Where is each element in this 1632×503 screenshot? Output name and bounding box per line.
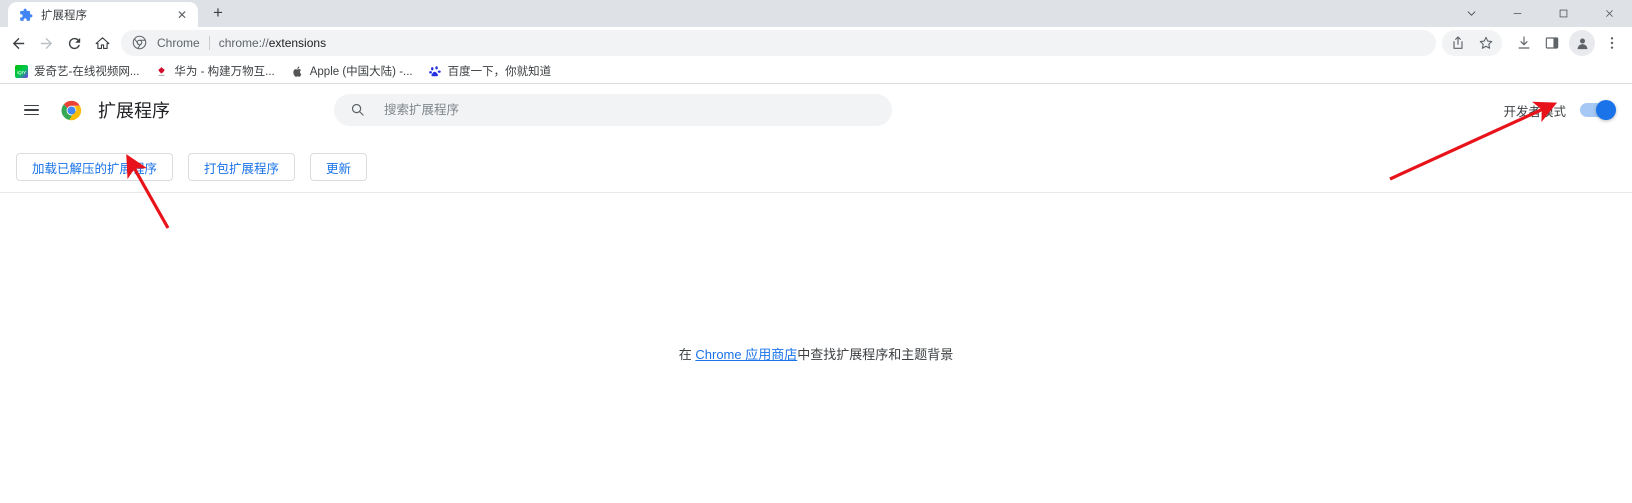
home-icon[interactable] bbox=[88, 29, 116, 57]
search-container bbox=[334, 94, 892, 126]
bookmark-label: 百度一下，你就知道 bbox=[447, 66, 552, 78]
update-button[interactable]: 更新 bbox=[310, 153, 368, 181]
developer-mode-label: 开发者模式 bbox=[1503, 104, 1566, 119]
empty-state-suffix: 中查找扩展程序和主题背景 bbox=[797, 347, 954, 362]
reload-icon[interactable] bbox=[60, 29, 88, 57]
iqiyi-icon: iQIY bbox=[15, 64, 28, 78]
window-controls bbox=[1448, 0, 1632, 27]
omnibox-divider bbox=[208, 36, 210, 50]
toolbar-right-actions bbox=[1442, 29, 1626, 57]
chrome-secure-icon bbox=[132, 35, 148, 51]
bookmark-item[interactable]: 华为 - 构建万物互... bbox=[148, 61, 281, 81]
search-input[interactable] bbox=[384, 103, 876, 117]
download-icon[interactable] bbox=[1510, 29, 1538, 57]
tab-title: 扩展程序 bbox=[41, 9, 87, 22]
extensions-header: 扩展程序 开发者模式 bbox=[0, 84, 1632, 136]
apple-icon bbox=[291, 65, 304, 78]
extension-puzzle-icon bbox=[19, 8, 33, 22]
tab-search-icon[interactable] bbox=[1448, 0, 1494, 27]
developer-mode-toggle[interactable] bbox=[1580, 100, 1616, 120]
omnibox-trailing-actions bbox=[1442, 30, 1502, 56]
browser-toolbar: Chrome chrome://extensions bbox=[0, 27, 1632, 59]
omnibox-url-path: extensions bbox=[268, 36, 327, 50]
tab-strip: 扩展程序 ✕ + bbox=[0, 0, 232, 27]
chrome-web-store-link[interactable]: Chrome 应用商店 bbox=[695, 347, 797, 362]
empty-state-message: 在 Chrome 应用商店中查找扩展程序和主题背景 bbox=[0, 344, 1632, 363]
close-icon[interactable]: ✕ bbox=[174, 7, 190, 23]
back-icon[interactable] bbox=[4, 29, 32, 57]
omnibox-chrome-label: Chrome bbox=[157, 36, 200, 50]
search-icon bbox=[350, 102, 366, 118]
section-divider bbox=[0, 192, 1632, 193]
chrome-menu-icon[interactable] bbox=[1598, 29, 1626, 57]
window-titlebar: 扩展程序 ✕ + bbox=[0, 0, 1632, 27]
omnibox-url-scheme: chrome:// bbox=[218, 36, 269, 50]
forward-icon[interactable] bbox=[32, 29, 60, 57]
developer-mode-container: 开发者模式 bbox=[1503, 100, 1616, 120]
bookmark-label: 华为 - 构建万物互... bbox=[174, 66, 275, 78]
share-icon[interactable] bbox=[1444, 29, 1472, 57]
bookmark-label: 爱奇艺-在线视频网... bbox=[34, 66, 140, 78]
bookmark-label: Apple (中国大陆) -... bbox=[309, 66, 413, 78]
bookmarks-bar: iQIY 爱奇艺-在线视频网... 华为 - 构建万物互... Apple (中… bbox=[0, 59, 1632, 84]
bookmark-star-icon[interactable] bbox=[1472, 29, 1500, 57]
bookmark-item[interactable]: Apple (中国大陆) -... bbox=[284, 61, 420, 81]
close-window-icon[interactable] bbox=[1586, 0, 1632, 27]
menu-icon[interactable] bbox=[14, 93, 48, 127]
profile-avatar-icon[interactable] bbox=[1569, 30, 1595, 56]
browser-tab[interactable]: 扩展程序 ✕ bbox=[8, 2, 198, 27]
toggle-knob bbox=[1596, 100, 1616, 120]
pack-extension-button[interactable]: 打包扩展程序 bbox=[188, 153, 296, 181]
minimize-icon[interactable] bbox=[1494, 0, 1540, 27]
omnibox-url: chrome://extensions bbox=[219, 36, 326, 50]
baidu-icon bbox=[428, 65, 442, 78]
chrome-logo-icon bbox=[61, 100, 82, 121]
load-unpacked-button[interactable]: 加载已解压的扩展程序 bbox=[16, 153, 174, 181]
search-box[interactable] bbox=[334, 94, 892, 126]
huawei-icon bbox=[155, 65, 168, 78]
empty-state-prefix: 在 bbox=[678, 347, 696, 362]
address-bar[interactable]: Chrome chrome://extensions bbox=[121, 30, 1436, 56]
bookmark-item[interactable]: iQIY 爱奇艺-在线视频网... bbox=[8, 61, 146, 81]
maximize-icon[interactable] bbox=[1540, 0, 1586, 27]
extensions-page: 扩展程序 开发者模式 加载已解压的扩展程序 打包扩展程序 更新 在 Chrom bbox=[0, 84, 1632, 503]
side-panel-icon[interactable] bbox=[1538, 29, 1566, 57]
extensions-toolbar-actions: 加载已解压的扩展程序 打包扩展程序 更新 bbox=[0, 136, 1632, 192]
page-title: 扩展程序 bbox=[98, 101, 170, 121]
new-tab-button[interactable]: + bbox=[204, 0, 232, 27]
bookmark-item[interactable]: 百度一下，你就知道 bbox=[422, 61, 559, 81]
svg-text:iQIY: iQIY bbox=[17, 69, 27, 75]
